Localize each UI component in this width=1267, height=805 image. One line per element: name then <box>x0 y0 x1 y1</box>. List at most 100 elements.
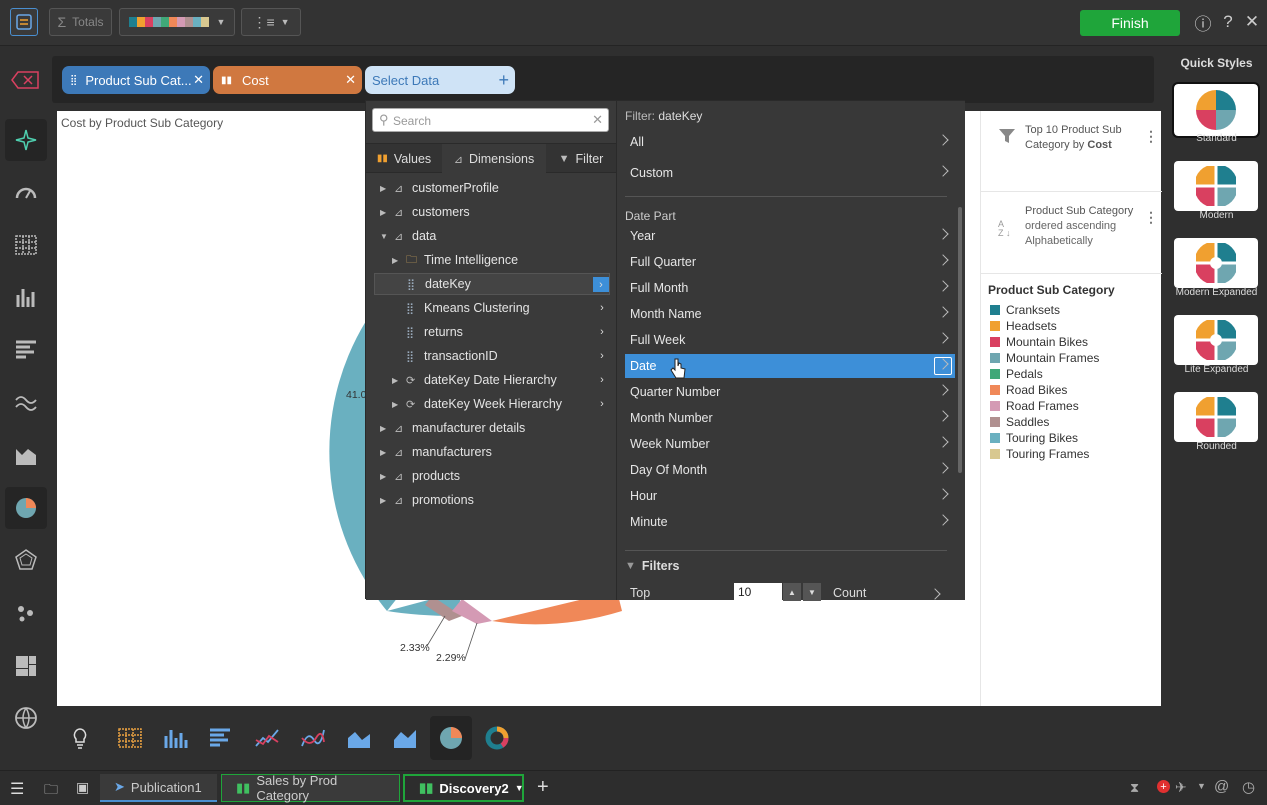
bar-chart-icon[interactable] <box>200 716 242 760</box>
legend-item[interactable]: Road Bikes <box>990 382 1067 398</box>
tree-item[interactable]: ⣿ returns › <box>374 321 610 343</box>
hamburger-menu-icon[interactable]: ☰ <box>10 779 24 799</box>
app-menu-icon[interactable] <box>10 8 38 36</box>
chevron-down-icon[interactable]: ▼ <box>515 783 524 793</box>
date-part-option[interactable]: Full Week <box>625 328 955 352</box>
tab-filter[interactable]: ▼ Filter <box>546 144 616 173</box>
scatter-chart-icon[interactable] <box>5 592 47 634</box>
tree-item[interactable]: ⣿ dateKey › <box>374 273 610 295</box>
date-part-option[interactable]: Year <box>625 224 955 248</box>
date-part-option[interactable]: Full Month <box>625 276 955 300</box>
date-part-option[interactable]: Full Quarter <box>625 250 955 274</box>
layout-icon[interactable]: ⧗ <box>1130 780 1139 796</box>
column-chart-icon[interactable] <box>154 716 196 760</box>
tree-item[interactable]: ▶ ⊿ manufacturers <box>374 441 610 463</box>
bar-chart-icon[interactable] <box>5 329 47 371</box>
caret-right-icon[interactable]: ▶ <box>392 400 398 409</box>
notification-badge-icon[interactable]: + <box>1157 780 1170 793</box>
legend-item[interactable]: Headsets <box>990 318 1057 334</box>
caret-right-icon[interactable]: ▶ <box>380 208 386 217</box>
caret-down-icon[interactable]: ▼ <box>380 232 388 241</box>
chevron-right-icon[interactable]: › <box>594 372 610 387</box>
clock-icon[interactable]: ◷ <box>1242 778 1255 796</box>
chevron-right-icon[interactable] <box>929 588 941 600</box>
select-data-chip[interactable]: Select Data + <box>365 66 515 94</box>
folder-icon[interactable]: 🗀 <box>44 779 58 803</box>
close-icon[interactable]: ✕ <box>1242 12 1262 32</box>
add-icon[interactable]: + <box>498 70 509 91</box>
field-chip-cost[interactable]: ▮▮ Cost ✕ <box>213 66 362 94</box>
stepper-down-icon[interactable]: ▼ <box>803 583 821 601</box>
pie-chart-icon[interactable] <box>430 716 472 760</box>
legend-item[interactable]: Mountain Bikes <box>990 334 1088 350</box>
quick-style-thumbnail[interactable] <box>1174 161 1258 211</box>
table-icon[interactable] <box>5 224 47 266</box>
spline-chart-icon[interactable] <box>292 716 334 760</box>
tree-item[interactable]: ▶ ⊿ customerProfile <box>374 177 610 199</box>
quick-style-thumbnail[interactable] <box>1174 392 1258 442</box>
finish-button[interactable]: Finish <box>1080 10 1180 36</box>
date-part-option[interactable]: Week Number <box>625 432 955 456</box>
date-part-option[interactable]: Month Number <box>625 406 955 430</box>
line-chart-icon[interactable] <box>5 381 47 423</box>
presentation-icon[interactable]: ▣ <box>76 779 89 796</box>
sort-summary[interactable]: Product Sub Category ordered ascending A… <box>1025 204 1135 249</box>
chevron-right-icon[interactable]: › <box>593 277 609 292</box>
top-count-input[interactable]: 10 <box>734 583 782 601</box>
add-tab-icon[interactable]: + <box>537 776 549 799</box>
quick-style-thumbnail[interactable] <box>1174 315 1258 365</box>
totals-button[interactable]: Σ Totals <box>49 8 112 36</box>
tab-sales-by-prod-category[interactable]: ▮▮ Sales by Prod Category <box>221 773 400 803</box>
legend-item[interactable]: Road Frames <box>990 398 1079 414</box>
help-icon[interactable]: ? <box>1218 12 1238 32</box>
tree-item[interactable]: ▶ ⊿ manufacturer details <box>374 417 610 439</box>
quick-style-thumbnail[interactable] <box>1172 82 1260 138</box>
color-palette-dropdown[interactable]: ▼ <box>119 8 235 36</box>
stacked-area-chart-icon[interactable] <box>384 716 426 760</box>
chevron-right-icon[interactable]: › <box>594 324 610 339</box>
more-options-icon[interactable]: ⋮ <box>1144 128 1158 145</box>
globe-icon[interactable] <box>5 697 47 739</box>
caret-right-icon[interactable]: ▶ <box>380 448 386 457</box>
lightbulb-icon[interactable] <box>59 716 101 760</box>
treemap-icon[interactable] <box>5 645 47 687</box>
legend-item[interactable]: Pedals <box>990 366 1043 382</box>
legend-item[interactable]: Mountain Frames <box>990 350 1099 366</box>
search-input[interactable]: ⚲ Search ✕ <box>372 108 609 132</box>
chevron-right-icon[interactable]: › <box>594 348 610 363</box>
tree-item[interactable]: ▶ 🗀 Time Intelligence <box>374 249 610 271</box>
field-chip-product-sub-category[interactable]: ⣿ Product Sub Cat... ✕ <box>62 66 210 94</box>
sparkle-icon[interactable] <box>5 119 47 161</box>
line-chart-icon[interactable] <box>246 716 288 760</box>
caret-right-icon[interactable]: ▶ <box>380 496 386 505</box>
tree-item[interactable]: ⣿ transactionID › <box>374 345 610 367</box>
filter-option[interactable]: All <box>625 130 955 154</box>
remove-icon[interactable]: ✕ <box>345 72 356 88</box>
radar-chart-icon[interactable] <box>5 539 47 581</box>
more-options-icon[interactable]: ⋮ <box>1144 209 1158 226</box>
chevron-right-icon[interactable]: › <box>594 396 610 411</box>
column-chart-icon[interactable] <box>5 276 47 318</box>
spiral-icon[interactable]: @ <box>1214 778 1229 795</box>
pie-chart-icon[interactable] <box>5 487 47 529</box>
tree-item[interactable]: ▶ ⊿ customers <box>374 201 610 223</box>
date-part-option[interactable]: Hour <box>625 484 955 508</box>
date-part-option[interactable]: Quarter Number <box>625 380 955 404</box>
date-part-option[interactable]: Day Of Month <box>625 458 955 482</box>
remove-icon[interactable]: ✕ <box>193 72 204 88</box>
caret-right-icon[interactable]: ▶ <box>380 184 386 193</box>
filter-summary[interactable]: Top 10 Product Sub Category by Cost <box>1025 123 1135 153</box>
caret-right-icon[interactable]: ▶ <box>392 256 398 265</box>
legend-item[interactable]: Touring Frames <box>990 446 1089 462</box>
tree-item[interactable]: ▶ ⟳ dateKey Date Hierarchy › <box>374 369 610 391</box>
clear-fields-icon[interactable] <box>10 68 42 92</box>
table-icon[interactable] <box>109 716 151 760</box>
tree-item[interactable]: ▼ ⊿ data <box>374 225 610 247</box>
tab-discovery2[interactable]: ▮▮ Discovery2 ▼ <box>403 774 524 802</box>
filter-option[interactable]: Custom <box>625 161 955 185</box>
scrollbar-thumb[interactable] <box>958 207 962 473</box>
tree-item[interactable]: ▶ ⊿ products <box>374 465 610 487</box>
donut-chart-icon[interactable] <box>476 716 518 760</box>
tree-item[interactable]: ▶ ⊿ promotions <box>374 489 610 511</box>
stepper-up-icon[interactable]: ▲ <box>783 583 801 601</box>
